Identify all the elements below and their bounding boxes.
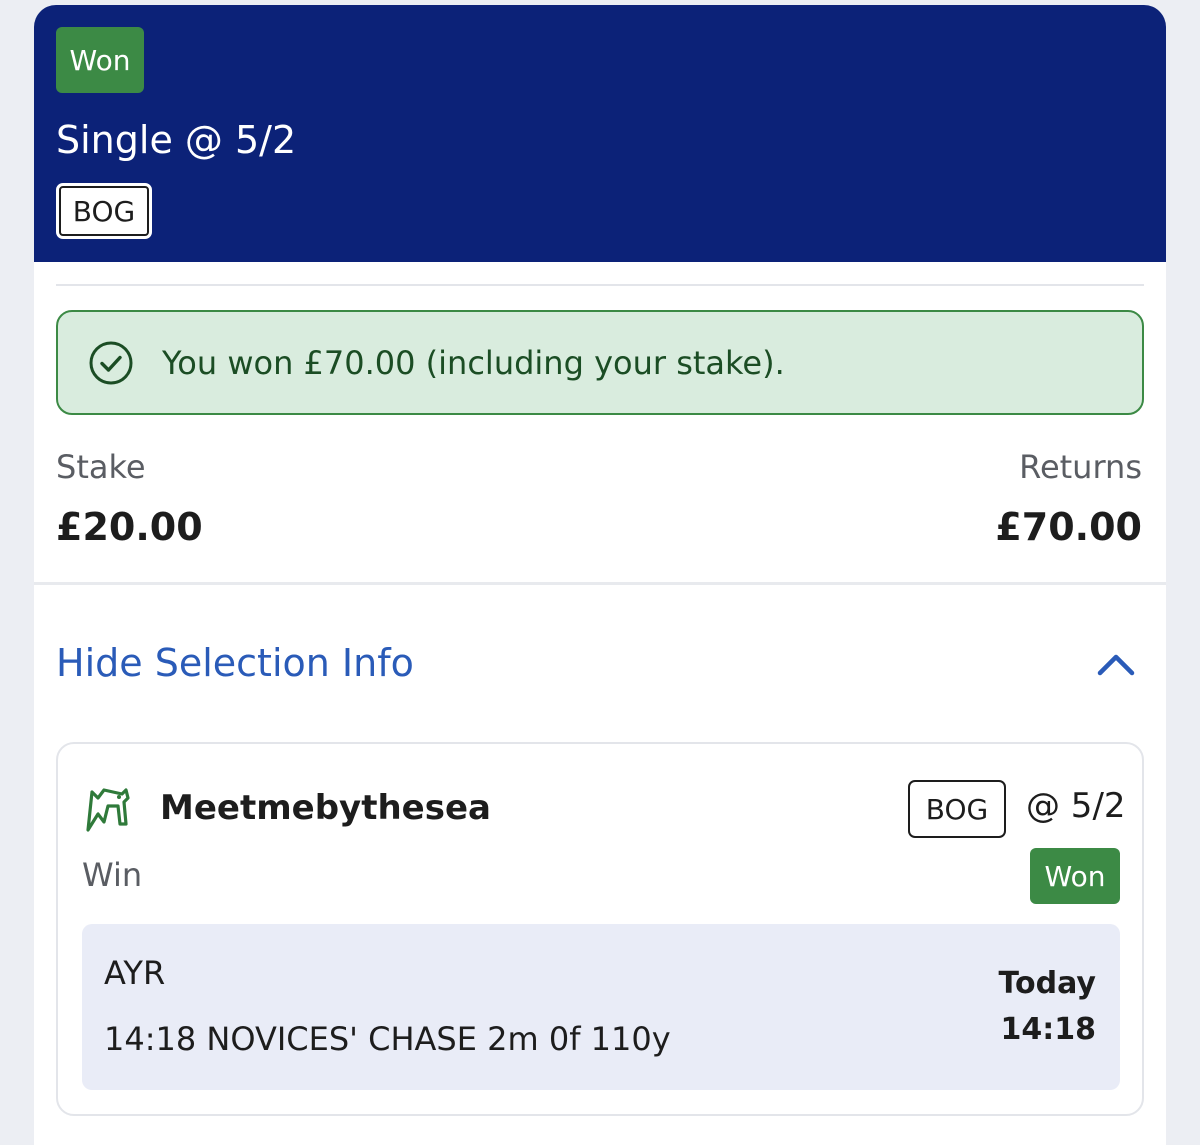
bet-header: Won Single @ 5/2 BOG: [34, 5, 1166, 262]
event-time: 14:18: [1000, 1012, 1097, 1047]
runner-name: Meetmebythesea: [160, 788, 491, 828]
selection-odds: @ 5/2: [1026, 786, 1126, 826]
won-message: You won £70.00 (including your stake).: [162, 344, 785, 382]
returns-value: £70.00: [995, 505, 1142, 549]
race-name: 14:18 NOVICES' CHASE 2m 0f 110y: [104, 1020, 671, 1058]
divider: [56, 284, 1144, 286]
bog-tag: BOG: [56, 183, 152, 239]
market-name: Win: [82, 856, 143, 894]
hide-selection-info-link[interactable]: Hide Selection Info: [56, 641, 414, 685]
bet-card: Won Single @ 5/2 BOG You won £70.00 (inc…: [34, 5, 1166, 1145]
chevron-up-icon[interactable]: [1094, 649, 1138, 679]
stake-label: Stake: [56, 448, 146, 486]
won-badge: Won: [56, 27, 144, 93]
horse-racing-icon: [86, 788, 130, 832]
selection-card: Meetmebythesea Win BOG @ 5/2 Won AYR 14:…: [56, 742, 1144, 1116]
bet-title: Single @ 5/2: [56, 118, 297, 162]
event-info: AYR 14:18 NOVICES' CHASE 2m 0f 110y Toda…: [82, 924, 1120, 1090]
won-banner: You won £70.00 (including your stake).: [56, 310, 1144, 415]
returns-label: Returns: [1019, 448, 1142, 486]
stake-value: £20.00: [56, 505, 203, 549]
event-date: Today: [998, 966, 1096, 1001]
selection-bog-tag: BOG: [908, 780, 1006, 838]
selection-won-badge: Won: [1030, 848, 1120, 904]
check-circle-icon: [89, 341, 133, 385]
course-name: AYR: [104, 954, 166, 992]
section-divider: [34, 582, 1166, 585]
